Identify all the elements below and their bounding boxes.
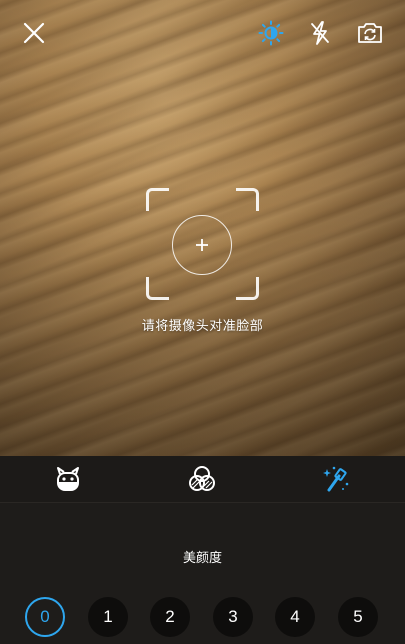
focus-ring [172, 215, 232, 275]
beauty-level-2[interactable]: 2 [150, 597, 190, 637]
beauty-panel: 美颜度 0 1 2 3 4 5 [0, 503, 405, 644]
beauty-level-5[interactable]: 5 [338, 597, 378, 637]
frame-corner [236, 188, 259, 211]
beauty-level-1[interactable]: 1 [88, 597, 128, 637]
frame-corner [236, 277, 259, 300]
flash-button[interactable] [303, 16, 337, 50]
beauty-level-0[interactable]: 0 [25, 597, 65, 637]
close-icon [23, 22, 45, 44]
brightness-icon [258, 20, 284, 46]
flash-off-icon [311, 21, 329, 45]
beauty-level-4[interactable]: 4 [275, 597, 315, 637]
mode-bar [0, 456, 405, 503]
magic-wand-icon [323, 466, 349, 492]
close-button[interactable] [17, 16, 51, 50]
filter-circles-icon [189, 466, 215, 491]
beauty-level-label: 美颜度 [182, 551, 222, 566]
face-hint-text: 请将摄像头对准脸部 [141, 319, 264, 334]
face-frame [146, 188, 259, 300]
beauty-mode-button[interactable] [320, 463, 352, 495]
beauty-level-3[interactable]: 3 [213, 597, 253, 637]
top-toolbar [0, 0, 405, 64]
plus-icon [196, 239, 208, 251]
sticker-mode-button[interactable] [52, 463, 84, 495]
frame-corner [146, 277, 169, 300]
robot-face-icon [57, 467, 79, 491]
frame-corner [146, 188, 169, 211]
filter-mode-button[interactable] [186, 463, 218, 495]
switch-camera-button[interactable] [353, 16, 387, 50]
beauty-level-selector: 0 1 2 3 4 5 [0, 597, 405, 641]
switch-camera-icon [358, 23, 382, 43]
brightness-button[interactable] [254, 16, 288, 50]
